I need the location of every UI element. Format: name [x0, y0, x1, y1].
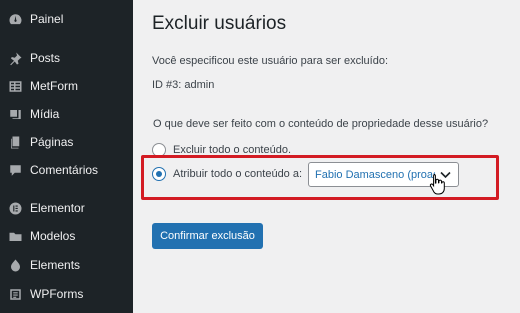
main-content: Excluir usuários Você especificou este u… — [133, 0, 520, 313]
dashboard-icon — [0, 12, 30, 27]
attribute-content-radio[interactable] — [152, 167, 166, 181]
option-attribute-content[interactable]: Atribuir todo o conteúdo a: — [152, 167, 302, 181]
confirm-delete-button[interactable]: Confirmar exclusão — [152, 223, 263, 249]
sidebar-item-midia[interactable]: Mídia — [0, 101, 133, 127]
content-question: O que deve ser feito com o conteúdo de p… — [153, 118, 489, 130]
attribute-content-label: Atribuir todo o conteúdo a: — [173, 168, 303, 180]
media-icon — [0, 107, 30, 122]
elements-icon — [0, 258, 30, 273]
comments-icon — [0, 163, 30, 178]
sidebar-item-label: Posts — [30, 51, 61, 65]
attribute-user-select-value: Fabio Damasceno (proadm) — [315, 168, 435, 181]
sidebar-item-label: Páginas — [30, 135, 74, 149]
sidebar-item-label: Elements — [30, 258, 81, 272]
sidebar-item-wpforms[interactable]: WPForms — [0, 281, 133, 307]
sidebar-item-label: MetForm — [30, 79, 78, 93]
sidebar-item-paginas[interactable]: Páginas — [0, 129, 133, 155]
pages-icon — [0, 135, 30, 150]
form-icon — [0, 79, 30, 94]
specified-user-text: Você especificou este usuário para ser e… — [152, 55, 389, 67]
sidebar-item-posts[interactable]: Posts — [0, 45, 133, 71]
pin-icon — [0, 51, 30, 66]
hand-cursor-icon — [429, 173, 445, 195]
sidebar-item-label: Comentários — [30, 163, 99, 177]
sidebar-item-label: Mídia — [30, 107, 60, 121]
sidebar-item-painel[interactable]: Painel — [0, 6, 133, 32]
elementor-icon — [0, 201, 30, 216]
folder-icon — [0, 229, 30, 244]
user-id-text: ID #3: admin — [152, 79, 215, 91]
sidebar-item-label: Modelos — [30, 229, 76, 243]
sidebar-item-elements[interactable]: Elements — [0, 252, 133, 278]
sidebar-item-comentarios[interactable]: Comentários — [0, 157, 133, 183]
sidebar-item-label: Elementor — [30, 201, 85, 215]
sidebar-item-elementor[interactable]: Elementor — [0, 195, 133, 221]
admin-sidebar: Painel Posts MetForm Mídia Páginas Comen… — [0, 0, 133, 313]
sidebar-item-label: WPForms — [30, 287, 84, 301]
sidebar-item-label: Painel — [30, 12, 64, 26]
sidebar-item-modelos[interactable]: Modelos — [0, 223, 133, 249]
sidebar-item-metform[interactable]: MetForm — [0, 73, 133, 99]
page-title: Excluir usuários — [152, 13, 287, 34]
wpforms-icon — [0, 287, 30, 302]
